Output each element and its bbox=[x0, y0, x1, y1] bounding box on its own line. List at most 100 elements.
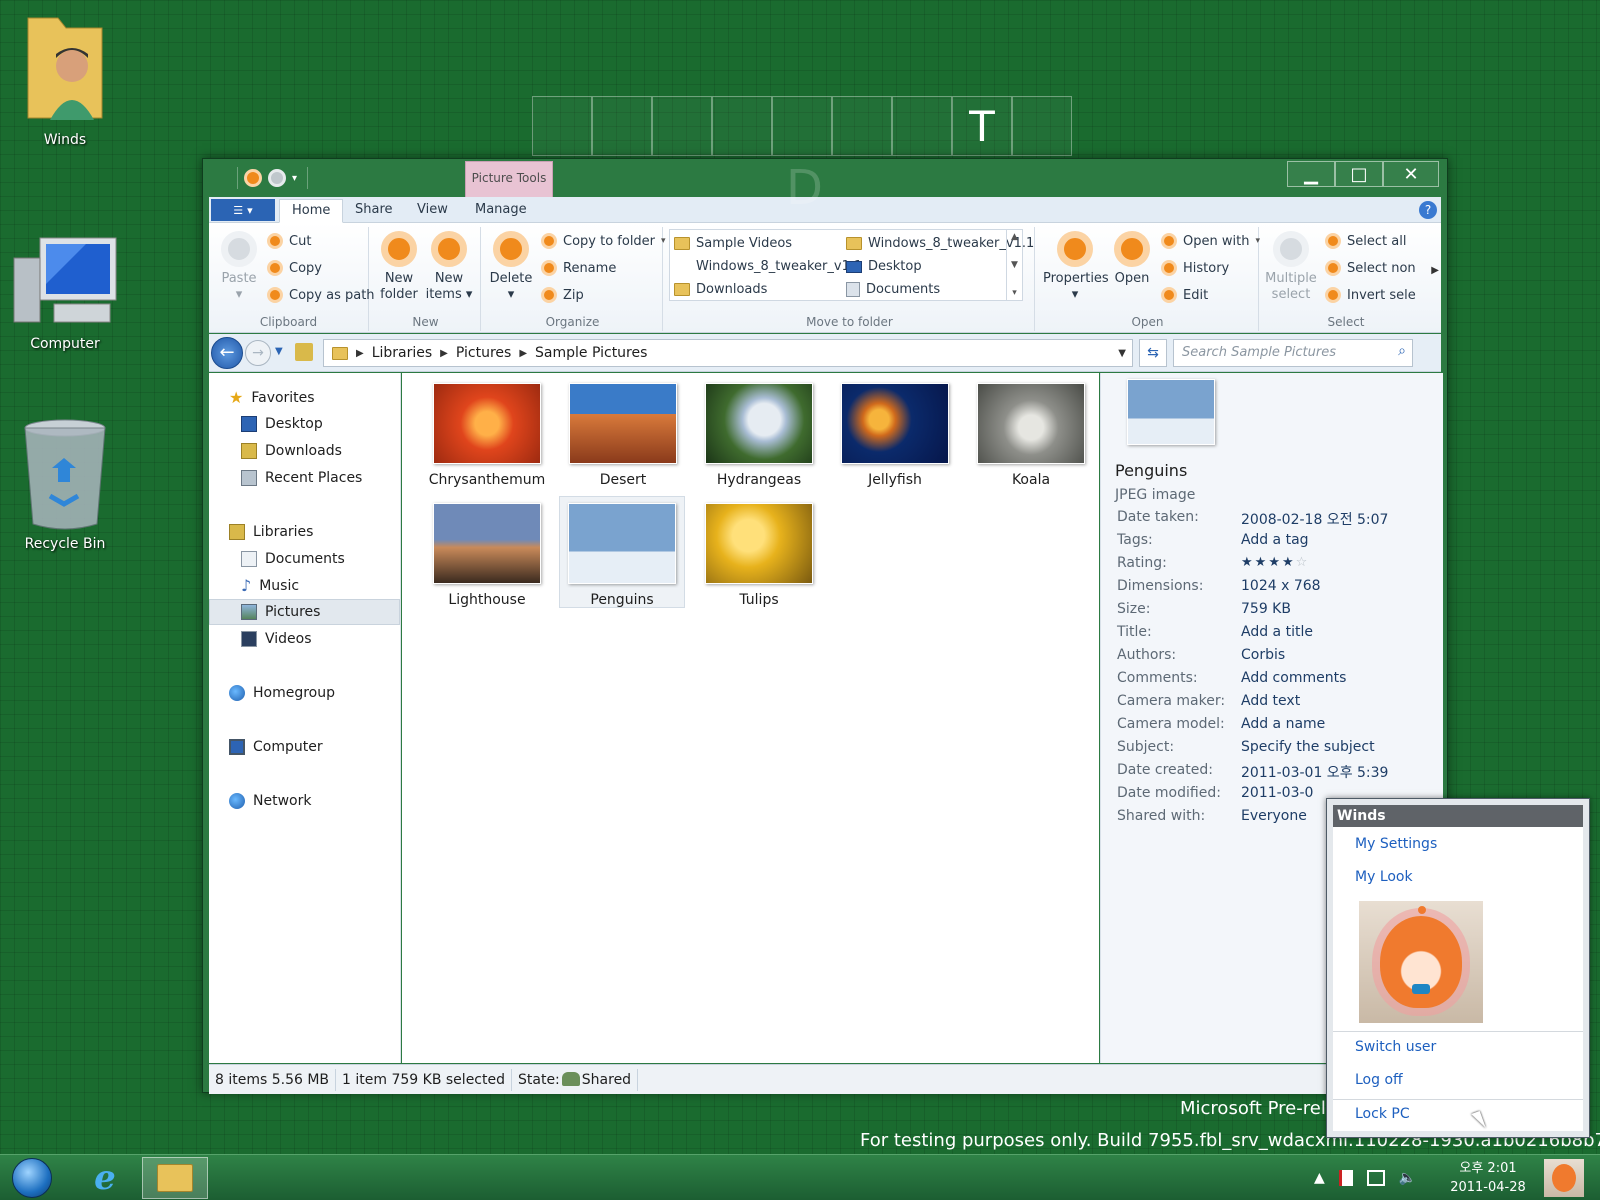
nav-item-recent-places[interactable]: Recent Places bbox=[209, 465, 400, 491]
show-hidden-icons-icon[interactable]: ▲ bbox=[1314, 1170, 1325, 1186]
address-dropdown-icon[interactable]: ▼ bbox=[1118, 348, 1126, 359]
move-to-item[interactable]: Sample Videos bbox=[674, 236, 792, 251]
file-item-lighthouse[interactable]: Lighthouse bbox=[424, 497, 550, 609]
desktop-icon-computer[interactable]: Computer bbox=[10, 232, 120, 352]
tile[interactable] bbox=[832, 96, 892, 156]
qat-customize-icon[interactable]: ▾ bbox=[292, 173, 297, 184]
nav-item-music[interactable]: ♪ Music bbox=[209, 573, 400, 599]
log-off-link[interactable]: Log off bbox=[1355, 1072, 1403, 1088]
help-icon[interactable]: ? bbox=[1419, 201, 1437, 219]
search-input[interactable]: Search Sample Pictures ⌕ bbox=[1173, 339, 1413, 367]
nav-item-computer[interactable]: Computer bbox=[209, 734, 400, 760]
refresh-button[interactable]: ⇆ bbox=[1139, 339, 1167, 367]
search-icon[interactable]: ⌕ bbox=[1398, 343, 1406, 359]
qat-new-folder-icon[interactable] bbox=[268, 169, 286, 187]
tab-manage[interactable]: Manage bbox=[463, 199, 539, 223]
star-icon[interactable]: ★ bbox=[1268, 555, 1282, 570]
breadcrumb-libraries[interactable]: Libraries bbox=[372, 345, 432, 361]
start-button[interactable] bbox=[12, 1158, 52, 1198]
chevron-right-icon[interactable]: ▶ bbox=[356, 348, 364, 359]
tab-home[interactable]: Home bbox=[279, 199, 344, 223]
minimize-button[interactable]: ▁ bbox=[1287, 161, 1335, 187]
tile[interactable] bbox=[592, 96, 652, 156]
file-explorer-taskbar-button[interactable] bbox=[142, 1157, 208, 1199]
open-button[interactable]: Open bbox=[1107, 231, 1157, 287]
desktop-icon-recycle-bin[interactable]: Recycle Bin bbox=[10, 416, 120, 552]
maximize-button[interactable]: □ bbox=[1335, 161, 1383, 187]
switch-user-link[interactable]: Switch user bbox=[1355, 1039, 1436, 1055]
nav-item-network[interactable]: Network bbox=[209, 788, 400, 814]
tile[interactable] bbox=[712, 96, 772, 156]
network-status-icon[interactable] bbox=[1366, 1170, 1385, 1186]
my-look-link[interactable]: My Look bbox=[1355, 869, 1413, 885]
tile[interactable] bbox=[892, 96, 952, 156]
file-item-jellyfish[interactable]: Jellyfish bbox=[832, 377, 958, 489]
nav-item-downloads[interactable]: Downloads bbox=[209, 438, 400, 464]
tile-letter[interactable]: T bbox=[952, 96, 1012, 156]
file-item-desert[interactable]: Desert bbox=[560, 377, 686, 489]
internet-explorer-icon[interactable]: e bbox=[84, 1160, 126, 1196]
forward-button[interactable]: → bbox=[245, 340, 271, 366]
tab-view[interactable]: View bbox=[405, 199, 460, 223]
nav-item-documents[interactable]: Documents bbox=[209, 546, 400, 572]
recent-locations-icon[interactable]: ▼ bbox=[275, 346, 283, 357]
chevron-right-icon[interactable]: ▶ bbox=[440, 348, 448, 359]
nav-item-homegroup[interactable]: Homegroup bbox=[209, 680, 400, 706]
file-item-koala[interactable]: Koala bbox=[968, 377, 1094, 489]
volume-icon[interactable]: 🔈 bbox=[1399, 1170, 1416, 1186]
move-to-item[interactable]: Desktop bbox=[846, 259, 922, 274]
nav-item-favorites[interactable]: ★ Favorites bbox=[209, 385, 400, 411]
copy-to-folder-button[interactable]: Copy to folder ▾ bbox=[541, 233, 666, 249]
chevron-right-icon[interactable]: ▶ bbox=[519, 348, 527, 359]
address-bar[interactable]: ▶ Libraries ▶ Pictures ▶ Sample Pictures… bbox=[323, 339, 1133, 367]
taskbar-clock[interactable]: 오후 2:01 2011-04-28 bbox=[1440, 1159, 1536, 1197]
nav-item-desktop[interactable]: Desktop bbox=[209, 411, 400, 437]
move-to-item[interactable]: Downloads bbox=[674, 282, 767, 297]
file-menu-button[interactable]: ☰ ▾ bbox=[211, 199, 275, 221]
back-button[interactable]: ← bbox=[211, 337, 243, 369]
star-empty-icon[interactable]: ☆ bbox=[1296, 555, 1310, 570]
taskbar-user-avatar[interactable] bbox=[1544, 1159, 1584, 1197]
ribbon-scroll-right-icon[interactable]: ▶ bbox=[1431, 265, 1439, 276]
cut-button[interactable]: Cut bbox=[267, 233, 311, 249]
close-button[interactable]: ✕ bbox=[1383, 161, 1439, 187]
edit-button[interactable]: Edit bbox=[1161, 287, 1208, 303]
qat-properties-icon[interactable] bbox=[244, 169, 262, 187]
star-icon[interactable]: ★ bbox=[1282, 555, 1296, 570]
new-folder-button[interactable]: New folder bbox=[373, 231, 425, 303]
invert-selection-button[interactable]: Invert sele bbox=[1325, 287, 1416, 303]
lock-pc-link[interactable]: Lock PC bbox=[1355, 1106, 1410, 1122]
file-item-chrysanthemum[interactable]: Chrysanthemum bbox=[424, 377, 550, 489]
file-item-penguins[interactable]: Penguins bbox=[559, 496, 685, 608]
gallery-scrollbar[interactable]: ▲ ▼ ▾ bbox=[1006, 230, 1022, 300]
tile[interactable] bbox=[1012, 96, 1072, 156]
copy-as-path-button[interactable]: Copy as path bbox=[267, 287, 375, 303]
desktop-icon-winds[interactable]: Winds bbox=[10, 8, 120, 148]
select-none-button[interactable]: Select non bbox=[1325, 260, 1416, 276]
nav-item-videos[interactable]: Videos bbox=[209, 626, 400, 652]
file-item-tulips[interactable]: Tulips bbox=[696, 497, 822, 609]
tile[interactable] bbox=[772, 96, 832, 156]
nav-item-libraries[interactable]: Libraries bbox=[209, 519, 400, 545]
tab-share[interactable]: Share bbox=[343, 199, 405, 223]
properties-button[interactable]: Properties ▾ bbox=[1043, 231, 1109, 303]
multiple-select-button[interactable]: Multiple select bbox=[1261, 231, 1321, 303]
move-to-item[interactable]: Windows_8_tweaker_v1.1 bbox=[696, 259, 862, 274]
up-folder-icon[interactable] bbox=[295, 343, 313, 361]
action-center-flag-icon[interactable] bbox=[1338, 1170, 1353, 1186]
my-settings-link[interactable]: My Settings bbox=[1355, 836, 1437, 852]
scroll-up-icon[interactable]: ▲ bbox=[1011, 232, 1018, 242]
history-button[interactable]: History bbox=[1161, 260, 1229, 276]
file-item-hydrangeas[interactable]: Hydrangeas bbox=[696, 377, 822, 489]
zip-button[interactable]: Zip bbox=[541, 287, 584, 303]
rename-button[interactable]: Rename bbox=[541, 260, 616, 276]
copy-button[interactable]: Copy bbox=[267, 260, 322, 276]
avatar[interactable] bbox=[1359, 901, 1483, 1023]
delete-button[interactable]: Delete ▾ bbox=[483, 231, 539, 303]
breadcrumb-sample-pictures[interactable]: Sample Pictures bbox=[535, 345, 647, 361]
gallery-expand-icon[interactable]: ▾ bbox=[1012, 288, 1017, 298]
nav-item-pictures[interactable]: Pictures bbox=[209, 599, 400, 625]
tile[interactable] bbox=[532, 96, 592, 156]
breadcrumb-pictures[interactable]: Pictures bbox=[456, 345, 511, 361]
paste-button[interactable]: Paste ▾ bbox=[211, 231, 267, 303]
